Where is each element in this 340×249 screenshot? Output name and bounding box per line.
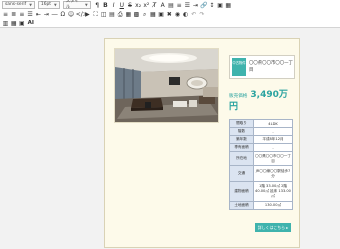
font-size-select[interactable]: 16pt ▼	[37, 1, 60, 9]
price-unit: 円	[229, 102, 239, 112]
chevron-down-icon: ▼	[85, 3, 88, 7]
bold-icon[interactable]: B	[102, 2, 109, 9]
office-interior-image	[115, 49, 218, 122]
indent-more-icon[interactable]: ⇥	[43, 11, 50, 18]
spec-value: 平成8年12月	[253, 135, 293, 144]
italic-icon[interactable]: I	[110, 2, 117, 9]
block-icon[interactable]: ▩	[133, 11, 140, 18]
font-family-value: sans-serif	[5, 2, 27, 7]
template-icon[interactable]: ▦	[125, 11, 132, 18]
price-value: 3,490万	[250, 90, 288, 100]
spec-key: 交通	[229, 165, 254, 182]
spec-key: 建物面積	[229, 181, 254, 202]
details-button[interactable]: 詳しくはこちら ▸	[255, 223, 291, 232]
eye-icon[interactable]: ◉	[174, 11, 181, 18]
table-row: 所在地 〇〇県〇〇市〇〇一丁目	[229, 151, 293, 166]
undo-icon[interactable]: ↶	[190, 11, 197, 18]
table-grid-icon[interactable]: ▦	[10, 20, 17, 27]
table-row: 建物面積 1階 33.00㎡ 2階 40.00㎡ 延床 133.00㎡	[229, 181, 293, 202]
property-photo	[114, 48, 219, 123]
justify-icon[interactable]: ☰	[27, 11, 34, 18]
toolbar-row-1: sans-serif ▼ 16pt ▼ スタイル ▼ ¶ B I U S x₂ …	[2, 0, 233, 10]
spec-key: 築年数	[229, 135, 254, 144]
property-name: 〇〇県〇〇市〇〇一丁目	[249, 61, 293, 73]
spec-value: 〇〇県〇〇市〇〇一丁目	[253, 151, 293, 166]
special-char-icon[interactable]: Ω	[59, 11, 66, 18]
image-icon[interactable]: ▣	[217, 2, 224, 9]
spec-key: 階数	[229, 127, 254, 136]
property-card: 中古物件 〇〇県〇〇市〇〇一丁目 販売価格 3,490万 円 間取り 4LDK …	[104, 38, 300, 248]
indent-icon[interactable]: ⇥	[192, 2, 199, 9]
table-row: 築年数 平成8年12月	[229, 135, 293, 144]
style-select[interactable]: スタイル ▼	[62, 0, 91, 10]
grid-icon[interactable]: ▦	[149, 11, 156, 18]
editor-toolbar: sans-serif ▼ 16pt ▼ スタイル ▼ ¶ B I U S x₂ …	[0, 0, 340, 28]
align-left-icon[interactable]: ≡	[2, 11, 9, 18]
spec-value: -	[253, 143, 293, 152]
preview-icon[interactable]: ▤	[108, 11, 115, 18]
spec-key: 専有面積	[229, 143, 254, 152]
subscript-icon[interactable]: x₂	[135, 2, 142, 9]
trash-icon[interactable]: ✖	[166, 11, 173, 18]
table-row: 専有面積 -	[229, 143, 293, 152]
spec-value: JR〇〇線〇〇駅徒歩7分	[253, 165, 293, 182]
superscript-icon[interactable]: x²	[143, 2, 150, 9]
remove-format-icon[interactable]: T̸	[151, 2, 158, 9]
line-height-icon[interactable]: ↕	[208, 2, 215, 9]
spec-key: 間取り	[229, 119, 254, 128]
highlight-icon[interactable]: ▤	[167, 2, 174, 9]
align-right-icon[interactable]: ≡	[18, 11, 25, 18]
chevron-down-icon: ▼	[54, 3, 57, 7]
text-color-icon[interactable]: A	[159, 2, 166, 9]
list-icon[interactable]: ☰	[184, 2, 191, 9]
toolbar-row-3: ▥ ▦ ▣ AI	[2, 19, 34, 27]
hr-icon[interactable]: ―	[51, 11, 58, 18]
chevron-down-icon: ▼	[29, 3, 32, 7]
paste-icon[interactable]: ▣	[158, 11, 165, 18]
table-row: 交通 JR〇〇線〇〇駅徒歩7分	[229, 165, 293, 182]
ai-button[interactable]: AI	[28, 20, 34, 26]
editor-canvas[interactable]: 中古物件 〇〇県〇〇市〇〇一丁目 販売価格 3,490万 円 間取り 4LDK …	[0, 28, 340, 249]
outdent-icon[interactable]: ⇤	[35, 11, 42, 18]
align-center-icon[interactable]: ≣	[10, 11, 17, 18]
layout-icon[interactable]: ▥	[2, 20, 9, 27]
table-row: 階数 -	[229, 127, 293, 136]
widget-icon[interactable]: ▣	[18, 20, 25, 27]
spec-value: 1階 33.00㎡ 2階 40.00㎡ 延床 133.00㎡	[253, 181, 293, 202]
align-icon[interactable]: ≡	[176, 2, 183, 9]
source-icon[interactable]: ◫	[100, 11, 107, 18]
emoji-icon[interactable]: ☺	[68, 11, 75, 18]
format-block-icon[interactable]: ¶	[94, 2, 101, 9]
video-icon[interactable]: ▶	[84, 11, 91, 18]
underline-icon[interactable]: U	[118, 2, 125, 9]
spec-value: -	[253, 127, 293, 136]
font-size-value: 16pt	[40, 2, 52, 7]
strikethrough-icon[interactable]: S	[126, 2, 133, 9]
spec-value: 4LDK	[253, 119, 293, 128]
spec-key: 所在地	[229, 151, 254, 166]
toolbar-row-2: ≡ ≣ ≡ ☰ ⇤ ⇥ ― Ω ☺ </> ▶ ⛶ ◫ ▤ ⎙ ▦ ▩ ⌕ ▦ …	[2, 10, 207, 18]
table-row: 間取り 4LDK	[229, 119, 293, 128]
spec-table: 間取り 4LDK 階数 - 築年数 平成8年12月 専有面積 - 所在地 〇〇県…	[229, 119, 293, 210]
table-row: 土地面積 130.00㎡	[229, 201, 293, 210]
print-icon[interactable]: ⎙	[117, 11, 124, 18]
redo-icon[interactable]: ↷	[199, 11, 206, 18]
contrast-icon[interactable]: ◐	[182, 11, 189, 18]
link-icon[interactable]: 🔗	[200, 2, 207, 9]
spec-key: 土地面積	[229, 201, 254, 210]
table-icon[interactable]: ▦	[225, 2, 232, 9]
spec-value: 130.00㎡	[253, 201, 293, 210]
status-badge: 中古物件	[232, 58, 246, 76]
code-icon[interactable]: </>	[76, 11, 88, 18]
font-family-select[interactable]: sans-serif ▼	[2, 1, 35, 9]
find-icon[interactable]: ⌕	[141, 11, 148, 18]
fullscreen-icon[interactable]: ⛶	[92, 11, 99, 18]
property-header: 中古物件 〇〇県〇〇市〇〇一丁目	[229, 55, 295, 79]
